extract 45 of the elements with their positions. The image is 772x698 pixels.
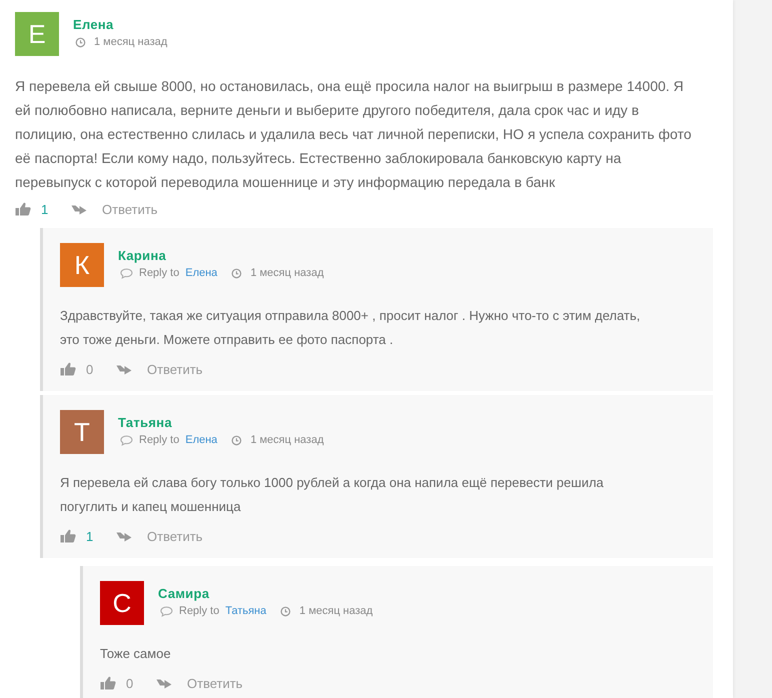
thumbs-up-icon[interactable] bbox=[100, 676, 116, 690]
reply-arrow-icon[interactable] bbox=[116, 530, 132, 542]
comment-icon bbox=[120, 268, 133, 278]
author-name[interactable]: Самира bbox=[158, 586, 373, 601]
comment-icon bbox=[160, 606, 173, 616]
clock-icon bbox=[280, 606, 292, 616]
like-count: 1 bbox=[86, 528, 94, 544]
like-count: 1 bbox=[41, 202, 50, 216]
avatar: К bbox=[60, 243, 104, 287]
author-name[interactable]: Елена bbox=[73, 17, 168, 32]
reply-to-label: Reply to bbox=[179, 605, 220, 617]
thumbs-up-icon[interactable] bbox=[60, 529, 76, 543]
reply-to-link[interactable]: Елена bbox=[185, 267, 218, 279]
clock-icon bbox=[231, 268, 242, 278]
reply-to-link[interactable]: Татьяна bbox=[225, 605, 266, 617]
reply-arrow-icon[interactable] bbox=[116, 363, 132, 375]
clock-icon bbox=[75, 36, 86, 48]
author-name[interactable]: Татьяна bbox=[118, 415, 324, 430]
comment-text: Здравствуйте, такая же ситуация отправила 8000+ , просит налог . Нужно что-то с этим делать, это тоже деньги. Можете отправить ее фото паспорта . bbox=[60, 307, 642, 349]
author-name[interactable]: Карина bbox=[118, 248, 324, 263]
comment-icon bbox=[120, 434, 133, 446]
clock-icon bbox=[231, 434, 242, 446]
comment-text: Тоже самое bbox=[100, 645, 172, 663]
reply-button[interactable]: Ответить bbox=[102, 202, 158, 216]
comment-time: 1 месяц назад bbox=[250, 267, 324, 279]
thumbs-up-icon[interactable] bbox=[60, 362, 76, 376]
reply-arrow-icon[interactable] bbox=[156, 677, 172, 689]
reply-button[interactable]: Ответить bbox=[187, 676, 243, 690]
avatar: Е bbox=[15, 12, 59, 56]
like-count: 0 bbox=[126, 676, 134, 690]
thumbs-up-icon[interactable] bbox=[15, 202, 31, 216]
avatar: Т bbox=[60, 410, 104, 454]
reply-arrow-icon[interactable] bbox=[71, 203, 87, 215]
reply-button[interactable]: Ответить bbox=[147, 528, 203, 544]
comment-time: 1 месяц назад bbox=[250, 434, 324, 446]
like-count: 0 bbox=[86, 362, 94, 376]
comment-text: Я перевела ей свыше 8000, но остановилась, она ещё просила налог на выигрыш в размере 14000. Я ей полюбовно написала, верните деньги и выберите другого победителя, дала срок час и иду в полицию, она естественно слилась и удалила весь чат личной переписки, НО я успела сохранить фото её паспорта! Если кому надо, пользуйтесь. Естественно заблокировала банковскую карту на перевыпуск с которой переводила мошеннице и эту информацию передала в банк bbox=[15, 77, 692, 192]
reply-button[interactable]: Ответить bbox=[147, 362, 203, 376]
reply-to-label: Reply to bbox=[139, 267, 180, 279]
comment-time: 1 месяц назад bbox=[299, 605, 373, 617]
reply-to-label: Reply to bbox=[139, 434, 180, 446]
comment-time: 1 месяц назад bbox=[94, 36, 168, 48]
comment-text: Я перевела ей слава богу только 1000 рублей а когда она напила ещё перевести решила погуглить и капец мошенница bbox=[60, 474, 605, 516]
avatar: С bbox=[100, 581, 144, 625]
reply-to-link[interactable]: Елена bbox=[185, 434, 218, 446]
